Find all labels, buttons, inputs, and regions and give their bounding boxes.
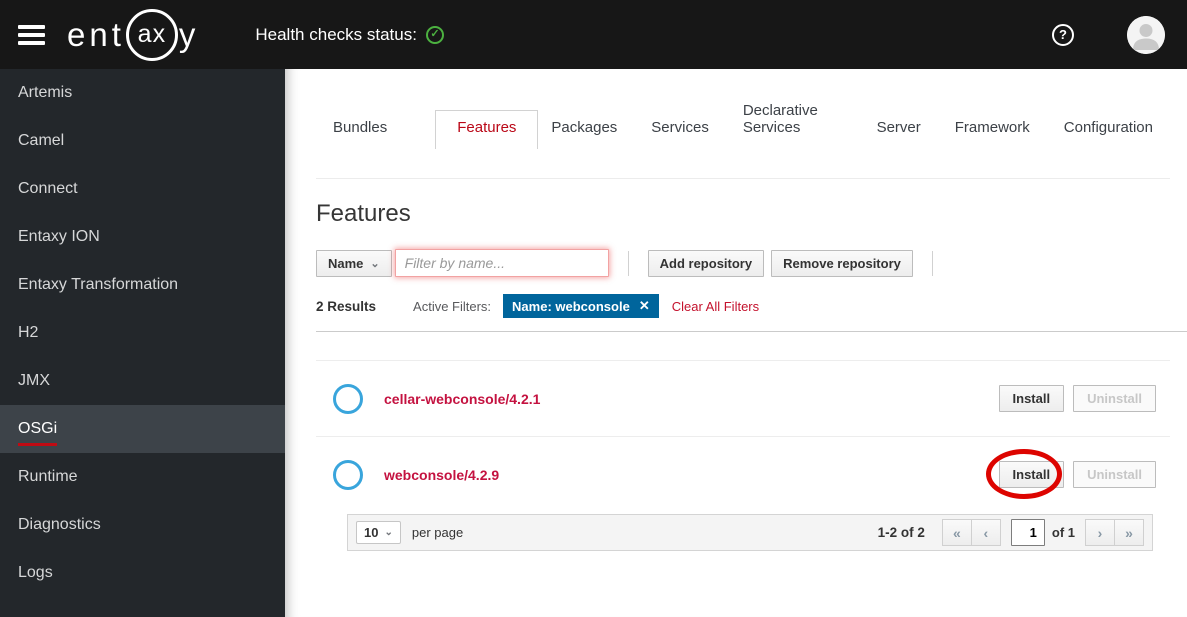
help-icon[interactable]: ?: [1052, 23, 1074, 46]
sidebar-item-entaxy-ion[interactable]: Entaxy ION: [0, 213, 285, 261]
tab-server[interactable]: Server: [877, 111, 921, 145]
sidebar-item-logs[interactable]: Logs: [0, 549, 285, 597]
health-checks-label: Health checks status:: [255, 24, 417, 44]
topbar: ent ax y Health checks status: ✓ ?: [0, 0, 1187, 69]
active-filters-label: Active Filters:: [413, 298, 492, 314]
sidebar: Artemis Camel Connect Entaxy ION Entaxy …: [0, 69, 285, 617]
filter-toolbar: Name ⌄ Add repository Remove repository: [316, 249, 1187, 277]
install-button[interactable]: Install: [998, 385, 1065, 412]
tab-features[interactable]: Features: [435, 110, 539, 149]
tab-services[interactable]: Services: [651, 111, 709, 145]
remove-repository-button[interactable]: Remove repository: [771, 249, 913, 277]
feature-link-cellar-webconsole[interactable]: cellar-webconsole/4.2.1: [384, 391, 540, 407]
chevron-down-icon: ⌄: [384, 527, 393, 538]
tab-configuration[interactable]: Configuration: [1064, 111, 1153, 145]
chevron-down-icon: ⌄: [370, 257, 380, 270]
results-range-label: 1-2 of 2: [877, 525, 925, 540]
user-silhouette-icon: [1127, 15, 1165, 54]
previous-page-button[interactable]: ‹: [970, 519, 1001, 546]
sidebar-item-artemis[interactable]: Artemis: [0, 69, 285, 117]
sidebar-item-runtime[interactable]: Runtime: [0, 453, 285, 501]
tab-framework[interactable]: Framework: [955, 111, 1030, 145]
toolbar-divider: [627, 250, 629, 276]
last-page-button[interactable]: »: [1114, 519, 1144, 546]
sidebar-item-camel[interactable]: Camel: [0, 117, 285, 165]
sidebar-item-jmx[interactable]: JMX: [0, 357, 285, 405]
hamburger-menu-icon[interactable]: [18, 24, 45, 45]
chip-close-icon[interactable]: ✕: [639, 298, 650, 314]
sidebar-item-entaxy-transformation[interactable]: Entaxy Transformation: [0, 261, 285, 309]
install-button[interactable]: Install: [998, 461, 1065, 488]
uninstall-button: Uninstall: [1073, 461, 1156, 488]
tabs-divider: [316, 178, 1170, 179]
current-page-input[interactable]: [1010, 519, 1045, 546]
tab-bundles[interactable]: Bundles: [333, 111, 387, 145]
feature-row-cellar-webconsole: cellar-webconsole/4.2.1 Install Uninstal…: [316, 360, 1170, 436]
tab-packages[interactable]: Packages: [551, 111, 617, 145]
pagination-bar: 10 ⌄ per page 1-2 of 2 « ‹ of 1 › »: [347, 514, 1153, 551]
next-page-button[interactable]: ›: [1085, 519, 1115, 546]
feature-row-webconsole: webconsole/4.2.9 Install Uninstall: [316, 436, 1170, 512]
total-pages-label: of 1: [1051, 525, 1075, 540]
per-page-select[interactable]: 10 ⌄: [356, 521, 401, 544]
sidebar-item-h2[interactable]: H2: [0, 309, 285, 357]
logo-text-left: ent: [67, 16, 125, 53]
filter-chip-name-webconsole[interactable]: Name: webconsole ✕: [503, 294, 659, 318]
main-content: Bundles Features Packages Services Decla…: [285, 69, 1187, 617]
active-filters-row: 2 Results Active Filters: Name: webconso…: [316, 294, 1187, 332]
entaxy-logo: ent ax y: [67, 8, 200, 61]
sidebar-item-osgi[interactable]: OSGi: [0, 405, 285, 453]
sidebar-item-connect[interactable]: Connect: [0, 165, 285, 213]
results-count: 2 Results: [316, 298, 377, 314]
feature-status-circle-icon: [333, 459, 363, 490]
feature-link-webconsole[interactable]: webconsole/4.2.9: [384, 467, 499, 483]
health-ok-icon[interactable]: ✓: [425, 25, 444, 44]
feature-status-circle-icon: [333, 383, 363, 414]
logo-circle: ax: [125, 8, 178, 61]
filter-by-name-input[interactable]: [394, 249, 609, 277]
filter-field-selector[interactable]: Name ⌄: [316, 249, 392, 277]
add-repository-button[interactable]: Add repository: [647, 249, 765, 277]
tab-bar: Bundles Features Packages Services Decla…: [333, 94, 1187, 149]
page-title: Features: [316, 200, 411, 227]
per-page-label: per page: [411, 525, 464, 540]
sidebar-item-diagnostics[interactable]: Diagnostics: [0, 501, 285, 549]
toolbar-divider: [931, 250, 933, 276]
uninstall-button: Uninstall: [1073, 385, 1156, 412]
features-list: cellar-webconsole/4.2.1 Install Uninstal…: [316, 360, 1170, 551]
first-page-button[interactable]: «: [941, 519, 972, 546]
clear-all-filters-link[interactable]: Clear All Filters: [672, 299, 759, 314]
tab-declarative-services[interactable]: Declarative Services: [743, 94, 843, 145]
avatar[interactable]: [1127, 15, 1165, 54]
logo-text-right: y: [178, 16, 200, 53]
health-checks-status: Health checks status: ✓: [255, 25, 444, 45]
